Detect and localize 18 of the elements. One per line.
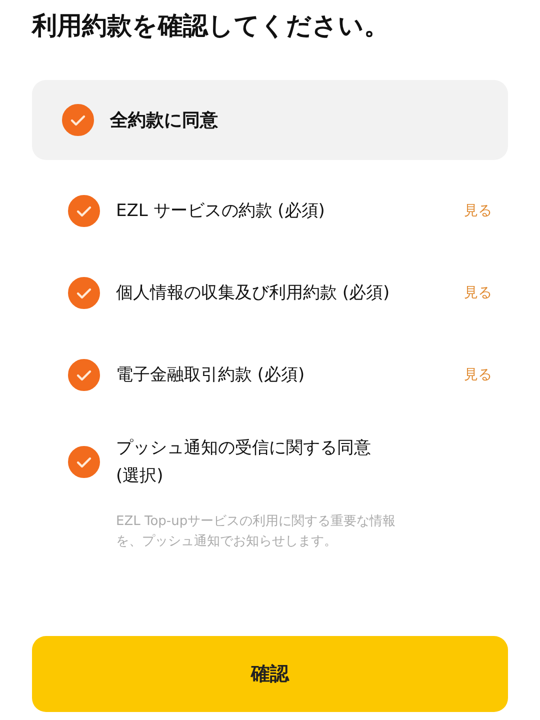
term-label: プッシュ通知の受信に関する同意 (選択): [116, 437, 372, 488]
view-link[interactable]: 見る: [464, 364, 492, 386]
checkmark-icon[interactable]: [62, 104, 94, 136]
push-notice-text: EZL Top-upサービスの利用に関する重要な情報: [116, 513, 396, 531]
checkmark-icon[interactable]: [68, 277, 100, 309]
term-label: EZL サービスの約款 (必須): [116, 200, 326, 223]
term-label: 個人情報の収集及び利用約款 (必須): [116, 282, 391, 305]
view-link[interactable]: 見る: [464, 282, 492, 304]
confirm-button[interactable]: 確認: [32, 636, 508, 712]
checkmark-icon[interactable]: [68, 359, 100, 391]
page-title: 利用約款を確認してください。: [32, 10, 390, 42]
view-link[interactable]: 見る: [464, 200, 492, 222]
checkmark-icon[interactable]: [68, 195, 100, 227]
agree-all-card[interactable]: 全約款に同意: [32, 80, 508, 160]
push-notice-text: を、プッシュ通知でお知らせします。: [116, 533, 337, 551]
term-label: 電子金融取引約款 (必須): [116, 364, 306, 387]
agree-all-label: 全約款に同意: [110, 108, 218, 132]
checkmark-icon[interactable]: [68, 446, 100, 478]
